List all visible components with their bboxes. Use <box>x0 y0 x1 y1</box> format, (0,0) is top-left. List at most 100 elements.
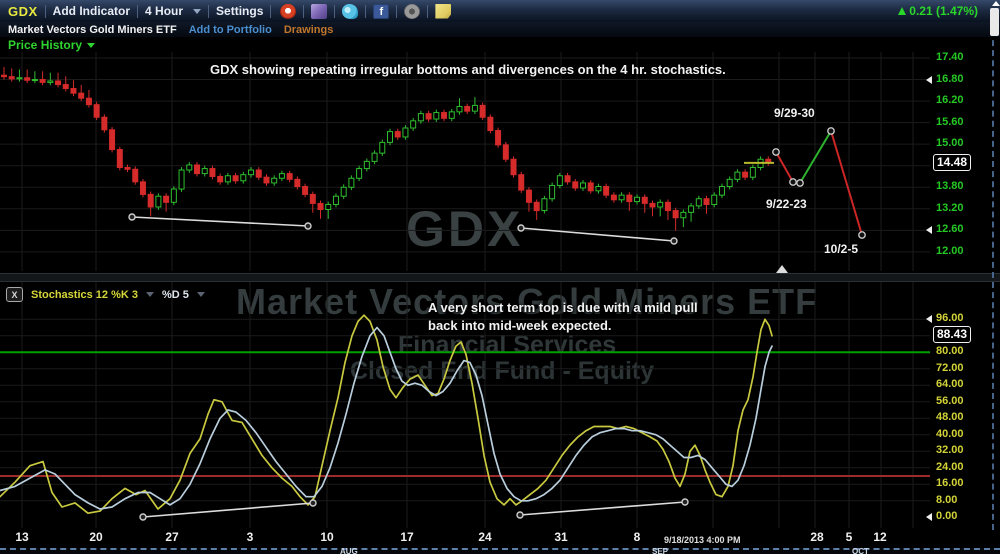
candle-body <box>618 194 625 201</box>
chevron-down-icon[interactable] <box>193 8 202 14</box>
stoch-axis-label: 64.00 <box>936 378 964 391</box>
candle-body <box>1 74 7 78</box>
candle-body <box>603 186 610 196</box>
x-axis-tick: 5 <box>845 530 853 544</box>
scroll-up-arrow-icon[interactable] <box>992 1 1000 6</box>
candle-body <box>487 116 494 132</box>
candle-body <box>610 194 617 201</box>
candle-body <box>101 116 108 131</box>
candle-body <box>680 211 687 219</box>
candle-body <box>248 169 255 176</box>
stoch-axis-marker-icon <box>926 315 932 324</box>
price-axis-marker-icon <box>926 226 932 235</box>
twitter-icon[interactable] <box>342 3 359 19</box>
candle-body <box>124 166 131 170</box>
close-indicator-button[interactable]: X <box>6 287 23 302</box>
candle-body <box>309 193 316 204</box>
price-axis-label: 15.00 <box>936 137 964 150</box>
price-axis-label: 12.00 <box>936 244 964 257</box>
stoch-axis-label: 48.00 <box>936 411 964 424</box>
stoch-trendline-endpoint <box>516 511 524 519</box>
price-history-dropdown[interactable]: Price History <box>8 38 96 52</box>
candle-body <box>541 198 548 212</box>
candle-body <box>556 175 563 186</box>
stoch-axis-label: 24.00 <box>936 460 964 473</box>
drawings-link[interactable]: Drawings <box>284 24 334 36</box>
candle-body <box>132 168 139 183</box>
facebook-icon[interactable]: f <box>373 3 390 19</box>
last-price-box: 14.48 <box>933 153 972 171</box>
add-to-portfolio-link[interactable]: Add to Portfolio <box>189 24 272 36</box>
up-arrow-icon <box>898 7 907 15</box>
vertical-scrollbar-track[interactable] <box>992 30 994 530</box>
candle-body <box>471 104 478 112</box>
candle-body <box>55 80 62 86</box>
projection-label-bottom: 10/2-5 <box>824 242 859 256</box>
stochastics-header: X Stochastics 12 %K 3 %D 5 <box>6 287 205 302</box>
candle-body <box>317 202 324 210</box>
chevron-down-icon[interactable] <box>196 292 205 297</box>
candle-body <box>8 76 15 80</box>
candle-body <box>201 168 208 175</box>
candle-body <box>394 131 401 138</box>
candle-body <box>255 169 262 178</box>
candle-body <box>641 196 648 204</box>
projection-point <box>827 127 835 135</box>
candle-body <box>734 171 741 180</box>
symbol-ticker[interactable]: GDX <box>8 4 38 19</box>
candle-body <box>402 127 409 138</box>
stoch-trendline-endpoint <box>139 513 147 521</box>
charting-app: GDX Add Indicator 4 Hour Settings f 0.21… <box>0 0 1000 554</box>
candle-body <box>672 210 679 219</box>
timeline-month-label: AUG <box>340 547 358 554</box>
stochastics-k-label[interactable]: Stochastics 12 %K 3 <box>31 289 138 301</box>
add-indicator-button[interactable]: Add Indicator <box>53 4 130 18</box>
panel-divider[interactable] <box>0 273 1000 282</box>
price-axis-label: 12.60 <box>936 223 964 236</box>
x-axis-tick: 10 <box>320 530 334 544</box>
candle-body <box>286 173 293 180</box>
x-axis-tick: 20 <box>89 530 103 544</box>
candle-body <box>325 203 332 210</box>
stoch-axis-marker-icon <box>926 513 932 522</box>
price-trendline-endpoint <box>304 222 312 230</box>
x-axis-tick: 27 <box>165 530 179 544</box>
candle-body <box>178 169 185 190</box>
candle-body <box>348 177 355 188</box>
settings-button[interactable]: Settings <box>216 4 263 18</box>
candle-body <box>695 198 702 207</box>
x-axis-tick: 3 <box>246 530 254 544</box>
candle-body <box>147 193 154 208</box>
stoch-trendline-endpoint <box>309 499 317 507</box>
candle-body <box>664 201 671 212</box>
candle-body <box>294 178 301 188</box>
candle-body <box>78 92 85 99</box>
timeline-scrollbar[interactable] <box>0 548 1000 554</box>
candle-body <box>742 171 749 178</box>
vertical-scrollbar-thumb[interactable] <box>990 8 999 36</box>
projection-point <box>796 179 804 187</box>
library-icon[interactable] <box>311 3 328 19</box>
snapshot-icon[interactable] <box>404 3 421 19</box>
toolbar-separator <box>137 4 139 18</box>
candle-body <box>572 181 579 189</box>
price-axis-label: 16.20 <box>936 94 964 107</box>
candle-body <box>186 164 193 171</box>
interval-dropdown[interactable]: 4 Hour <box>145 4 183 18</box>
candle-body <box>464 105 471 112</box>
stochastic-line-k <box>0 314 773 515</box>
stoch-value-box: 88.43 <box>933 325 972 343</box>
candle-body <box>417 113 424 122</box>
x-axis-tick: 17 <box>400 530 414 544</box>
candle-body <box>587 182 594 192</box>
alert-icon[interactable] <box>280 3 297 19</box>
panel-resize-handle-icon[interactable] <box>776 265 788 273</box>
candle-body <box>564 175 571 183</box>
note-icon[interactable] <box>435 3 452 19</box>
candle-body <box>371 152 378 162</box>
crosshair-date-readout: 9/18/2013 4:00 PM <box>664 535 741 545</box>
price-trendline <box>131 216 309 227</box>
chevron-down-icon[interactable] <box>146 292 154 297</box>
candle-body <box>302 186 309 195</box>
stochastics-d-label[interactable]: %D 5 <box>162 289 189 301</box>
